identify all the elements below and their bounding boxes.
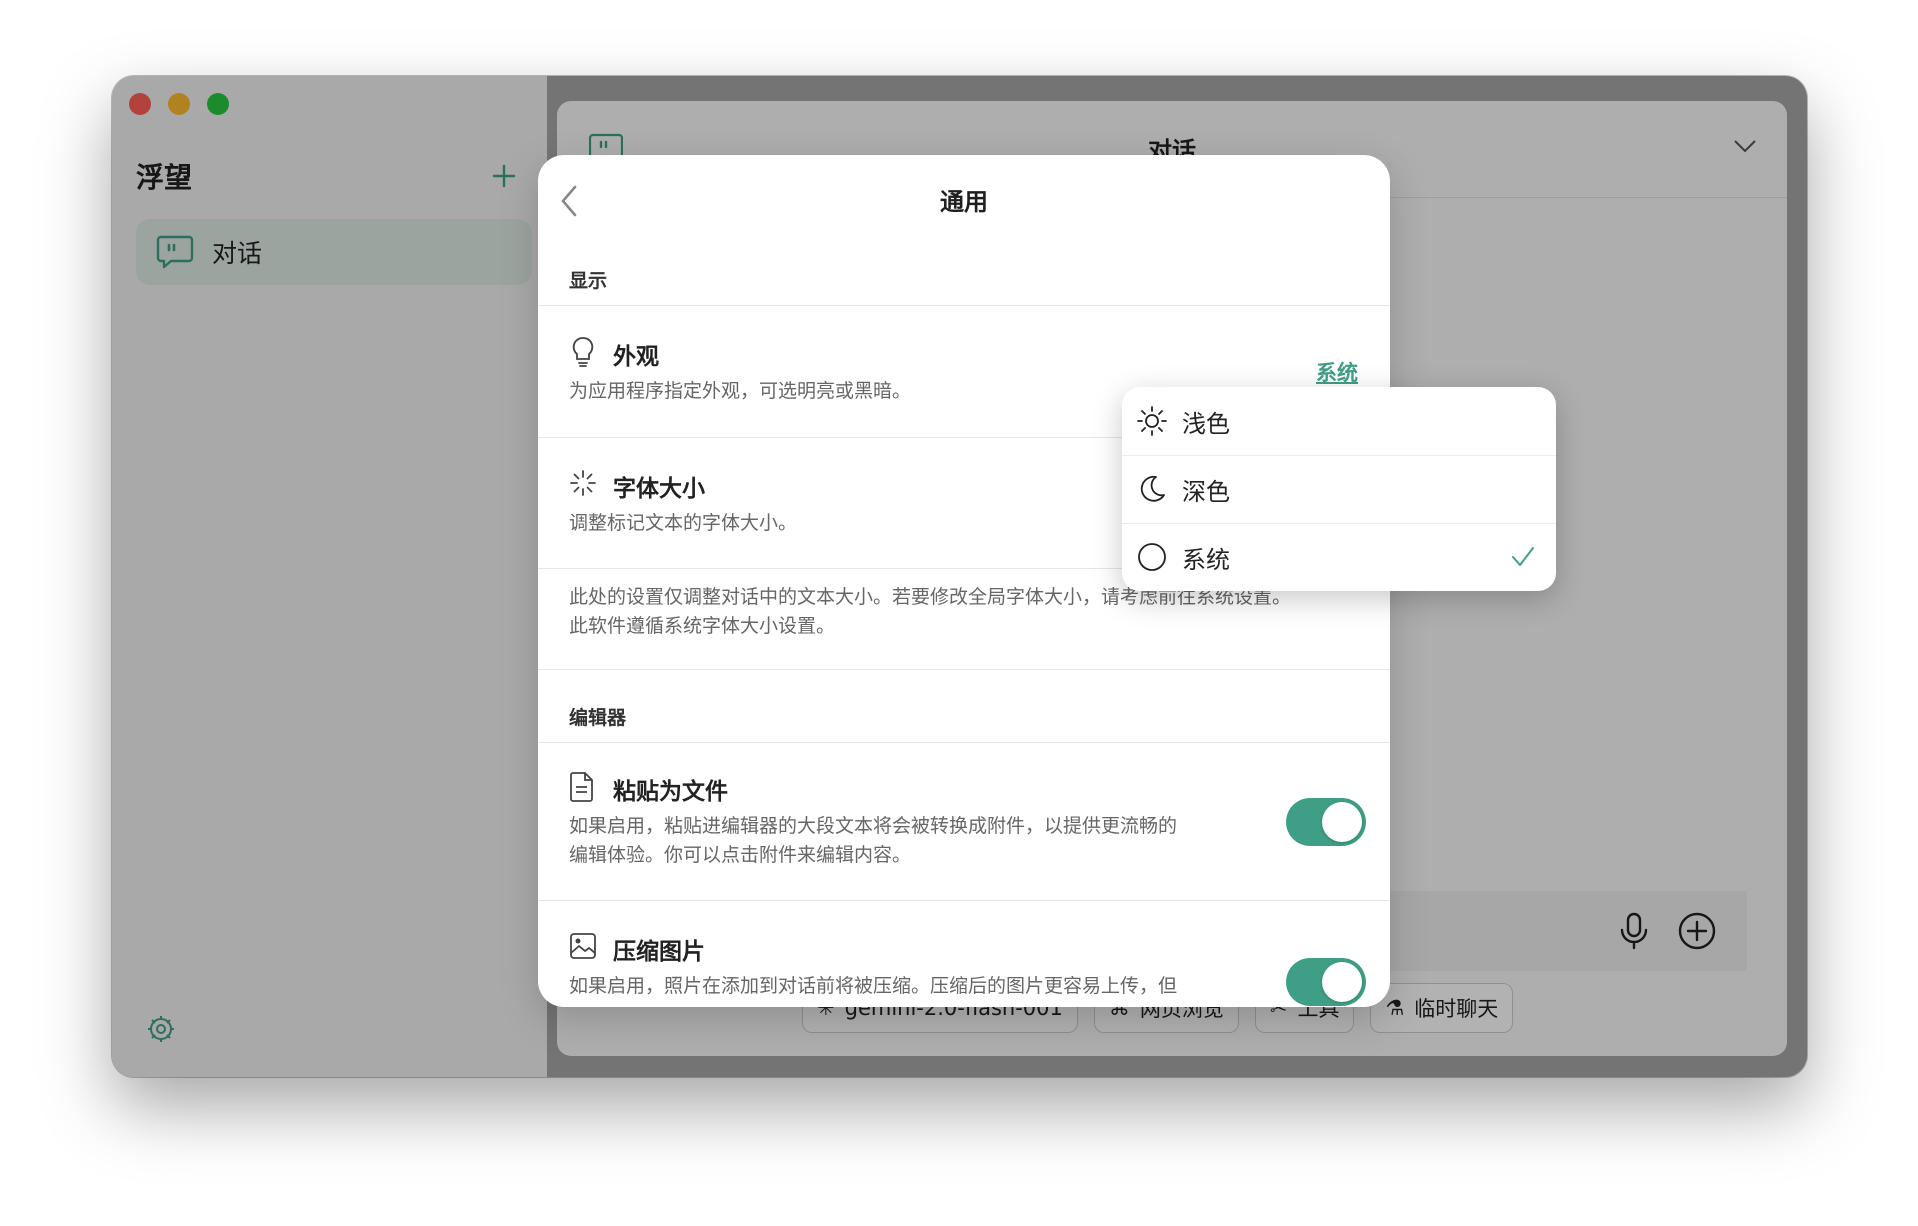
new-conversation-button[interactable] — [490, 162, 518, 190]
loading-spinner-icon — [570, 470, 596, 496]
temporary-chat-chip[interactable]: ⚗ 临时聊天 — [1370, 983, 1514, 1033]
menu-item-label: 系统 — [1182, 545, 1230, 574]
close-window-button[interactable] — [129, 93, 151, 115]
divider — [538, 305, 1390, 306]
compress-image-toggle[interactable] — [1286, 958, 1366, 1006]
microphone-icon[interactable] — [1617, 911, 1651, 951]
paste-as-file-toggle[interactable] — [1286, 798, 1366, 846]
menu-item-dark[interactable]: 深色 — [1122, 455, 1556, 523]
paste-as-file-description-1: 如果启用，粘贴进编辑器的大段文本将会被转换成附件，以提供更流畅的 — [569, 815, 1178, 837]
minimize-window-button[interactable] — [168, 93, 190, 115]
divider — [538, 900, 1390, 901]
lightbulb-icon — [572, 337, 594, 367]
compress-image-description: 如果启用，照片在添加到对话前将被压缩。压缩后的图片更容易上传，但 — [569, 975, 1178, 997]
appearance-title: 外观 — [613, 344, 659, 370]
menu-item-system[interactable]: 系统 — [1122, 523, 1556, 591]
font-size-title: 字体大小 — [613, 476, 705, 502]
toggle-knob — [1322, 962, 1362, 1002]
compress-image-title: 压缩图片 — [613, 939, 705, 965]
add-attachment-icon[interactable] — [1677, 911, 1717, 951]
sidebar: 浮望 对话 — [112, 76, 547, 1077]
font-size-note-line-2: 此软件遵循系统字体大小设置。 — [569, 615, 836, 637]
app-title: 浮望 — [136, 161, 193, 194]
checkmark-icon — [1512, 547, 1534, 566]
appearance-menu: 浅色 深色 系统 — [1122, 387, 1556, 591]
chevron-down-icon[interactable] — [1733, 139, 1757, 153]
document-icon — [570, 772, 593, 802]
paste-as-file-description-2: 编辑体验。你可以点击附件来编辑内容。 — [569, 844, 912, 866]
paste-as-file-title: 粘贴为文件 — [613, 779, 728, 805]
display-section-heading: 显示 — [569, 270, 608, 292]
moon-icon — [1140, 475, 1165, 502]
flask-icon: ⚗ — [1385, 996, 1405, 1020]
plus-icon — [492, 164, 516, 188]
appearance-description: 为应用程序指定外观，可选明亮或黑暗。 — [569, 380, 912, 402]
menu-item-light[interactable]: 浅色 — [1122, 387, 1556, 455]
quote-bubble-icon — [156, 235, 194, 269]
menu-item-label: 浅色 — [1182, 409, 1230, 438]
sidebar-item-conversation[interactable]: 对话 — [136, 219, 532, 285]
toggle-knob — [1322, 802, 1362, 842]
divider — [538, 669, 1390, 670]
gear-icon — [148, 1016, 174, 1042]
font-size-description: 调整标记文本的字体大小。 — [569, 512, 798, 534]
sun-icon — [1137, 406, 1167, 436]
editor-section-heading: 编辑器 — [569, 707, 627, 729]
menu-item-label: 深色 — [1182, 477, 1230, 506]
settings-title: 通用 — [940, 188, 988, 216]
sidebar-item-label: 对话 — [212, 239, 263, 268]
settings-button[interactable] — [146, 1014, 176, 1044]
chip-label: 临时聊天 — [1414, 997, 1499, 1021]
appearance-select[interactable]: 系统 — [1316, 357, 1358, 387]
divider — [538, 742, 1390, 743]
image-icon — [570, 933, 596, 959]
circle-icon — [1138, 543, 1166, 571]
window-controls — [129, 93, 229, 115]
zoom-window-button[interactable] — [207, 93, 229, 115]
